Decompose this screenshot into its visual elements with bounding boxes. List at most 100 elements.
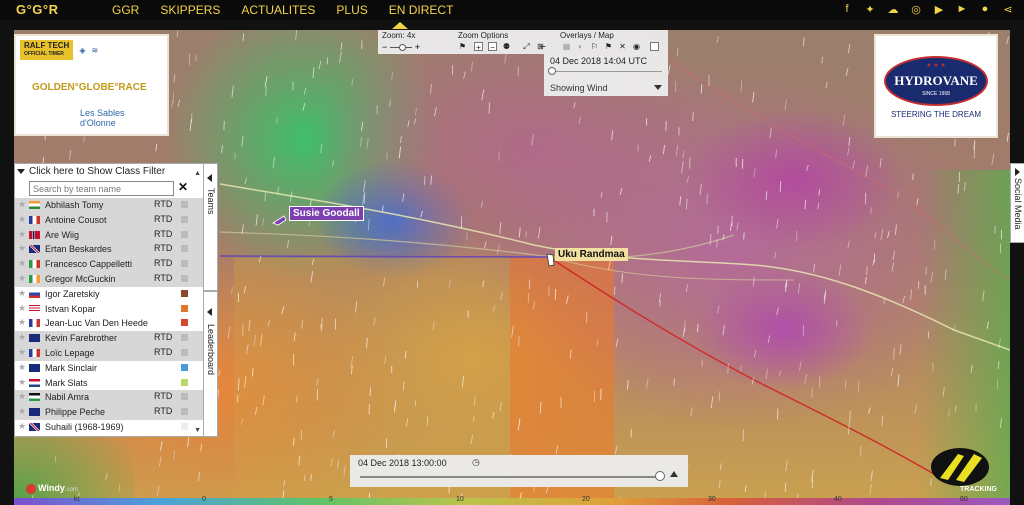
team-color-swatch[interactable] (181, 201, 188, 208)
boat-label-uku[interactable]: Uku Randmaa (555, 248, 628, 261)
class-filter-toggle[interactable]: Click here to Show Class Filter (17, 166, 165, 177)
chevron-down-icon[interactable] (654, 85, 662, 90)
nav-item-plus[interactable]: PLUS (336, 3, 367, 17)
clock-icon[interactable]: ◷ (472, 457, 480, 468)
favorite-star-icon[interactable]: ★ (18, 229, 26, 240)
team-color-swatch[interactable] (181, 274, 188, 282)
team-row[interactable]: ★ Mark Sinclair (15, 361, 203, 376)
team-color-swatch[interactable] (181, 319, 188, 327)
grid-icon[interactable]: ▦ (562, 42, 571, 51)
favorite-star-icon[interactable]: ★ (18, 406, 26, 417)
favorite-star-icon[interactable]: ★ (18, 391, 26, 402)
team-color-swatch[interactable] (181, 422, 188, 430)
fullscreen-icon[interactable]: ⤢ (522, 42, 531, 51)
team-row[interactable]: ★ Antoine Cousot RTD (15, 212, 203, 228)
boat-marker-susie[interactable] (272, 214, 288, 226)
zoom-slider[interactable]: − + (382, 42, 420, 52)
sponsor-logos-left[interactable]: RALF TECH OFFICIAL TIMER ◈ ≋ GOLDEN°GLOB… (14, 34, 169, 136)
tab-leaderboard[interactable]: Leaderboard (204, 291, 218, 437)
team-row[interactable]: ★ Philippe Peche RTD (15, 405, 203, 420)
team-color-swatch[interactable] (181, 230, 188, 238)
contrast-icon[interactable]: ◐ (576, 42, 585, 51)
timeline-track[interactable] (360, 476, 664, 478)
team-row[interactable]: ★ Are Wiig RTD (15, 227, 203, 243)
favorite-star-icon[interactable]: ★ (18, 332, 26, 343)
zoom-minus-icon[interactable]: − (488, 42, 497, 52)
team-color-swatch[interactable] (181, 245, 188, 253)
hydrovane-sponsor[interactable]: ★ ★ ★ HYDROVANE SINCE 1968 STEERING THE … (874, 34, 998, 138)
boat-label-susie[interactable]: Susie Goodall (289, 206, 364, 221)
pennant-icon[interactable]: ⚑ (604, 42, 613, 51)
soundcloud-icon[interactable]: ☁ (887, 3, 899, 16)
team-color-swatch[interactable] (181, 215, 188, 223)
overlay-select[interactable]: Showing Wind (550, 83, 608, 93)
globe-icon[interactable]: ◉ (632, 42, 641, 51)
team-row[interactable]: ★ Loïc Lepage RTD (15, 345, 203, 361)
chevron-up-icon[interactable] (670, 471, 678, 477)
team-row[interactable]: ★ Francesco Cappelletti RTD (15, 257, 203, 272)
nav-item-actualites[interactable]: ACTUALITES (241, 3, 315, 17)
favorite-star-icon[interactable]: ★ (18, 214, 26, 225)
team-row[interactable]: ★ Abhilash Tomy RTD (15, 198, 203, 213)
zoom-plus-icon[interactable]: + (474, 42, 483, 52)
twitter-icon[interactable]: ✦ (864, 3, 876, 16)
team-color-swatch[interactable] (181, 348, 188, 356)
favorite-star-icon[interactable]: ★ (18, 377, 26, 388)
team-row[interactable]: ★ Jean-Luc Van Den Heede (15, 316, 203, 331)
group-icon[interactable]: ⚉ (502, 42, 511, 51)
facebook-icon[interactable]: f (841, 3, 853, 16)
team-color-swatch[interactable] (181, 289, 188, 297)
favorite-star-icon[interactable]: ★ (18, 243, 26, 254)
favorite-star-icon[interactable]: ★ (18, 317, 26, 328)
mclntyre-logo: ≋ (91, 45, 99, 55)
team-row[interactable]: ★ Kevin Farebrother RTD (15, 331, 203, 346)
overlay-time-track[interactable] (550, 71, 662, 72)
team-row[interactable]: ★ Istvan Kopar (15, 302, 203, 317)
team-row[interactable]: ★ Ertan Beskardes RTD (15, 242, 203, 258)
windy-attribution[interactable]: Windy.com (26, 483, 78, 494)
back-icon[interactable]: ⇤ (538, 42, 547, 51)
crossing-icon[interactable]: ✕ (618, 42, 627, 51)
favorite-star-icon[interactable]: ★ (18, 362, 26, 373)
team-row[interactable]: ★ Nabil Amra RTD (15, 390, 203, 406)
yb-tracking-logo[interactable]: TRACKING (924, 446, 1010, 496)
timeline-knob[interactable] (655, 471, 665, 481)
team-row[interactable]: ★ Suhaili (1968-1969) (15, 420, 203, 435)
favorite-star-icon[interactable]: ★ (18, 273, 26, 284)
scroll-down-icon[interactable]: ▼ (194, 427, 201, 434)
team-color-swatch[interactable] (181, 363, 188, 371)
nav-item-skippers[interactable]: SKIPPERS (160, 3, 220, 17)
checkbox-icon[interactable] (650, 42, 659, 51)
flag-icon[interactable]: ⚑ (458, 42, 467, 51)
scroll-up-icon[interactable]: ▲ (194, 170, 201, 177)
tab-teams[interactable]: Teams (204, 163, 218, 291)
nav-item-ggr[interactable]: GGR (112, 3, 139, 17)
flickr-icon[interactable]: ● (979, 3, 991, 16)
tab-social-media[interactable]: Social Media (1010, 163, 1024, 243)
favorite-star-icon[interactable]: ★ (18, 199, 26, 210)
youtube-icon[interactable]: ▶ (933, 3, 945, 16)
favorite-star-icon[interactable]: ★ (18, 421, 26, 432)
team-search-input[interactable] (29, 181, 174, 196)
team-color-swatch[interactable] (181, 393, 188, 401)
favorite-star-icon[interactable]: ★ (18, 303, 26, 314)
team-color-swatch[interactable] (181, 408, 188, 416)
instagram-icon[interactable]: ◎ (910, 3, 922, 16)
team-color-swatch[interactable] (181, 334, 188, 342)
team-color-swatch[interactable] (181, 304, 188, 312)
nav-item-en-direct[interactable]: EN DIRECT (389, 3, 454, 17)
team-row[interactable]: ★ Gregor McGuckin RTD (15, 271, 203, 287)
favorite-star-icon[interactable]: ★ (18, 258, 26, 269)
flag-marker-icon[interactable]: ⚐ (590, 42, 599, 51)
play-icon[interactable]: ► (956, 3, 968, 16)
share-icon[interactable]: ⋖ (1002, 3, 1014, 16)
ggr-logo[interactable]: G°G°R (16, 2, 59, 17)
clear-search-icon[interactable]: ✕ (178, 180, 188, 194)
team-color-swatch[interactable] (181, 260, 188, 268)
team-row[interactable]: ★ Mark Slats (15, 376, 203, 391)
favorite-star-icon[interactable]: ★ (18, 288, 26, 299)
team-row[interactable]: ★ Igor Zaretskiy (15, 287, 203, 302)
team-color-swatch[interactable] (181, 378, 188, 386)
overlay-time-knob[interactable] (548, 67, 556, 75)
favorite-star-icon[interactable]: ★ (18, 347, 26, 358)
